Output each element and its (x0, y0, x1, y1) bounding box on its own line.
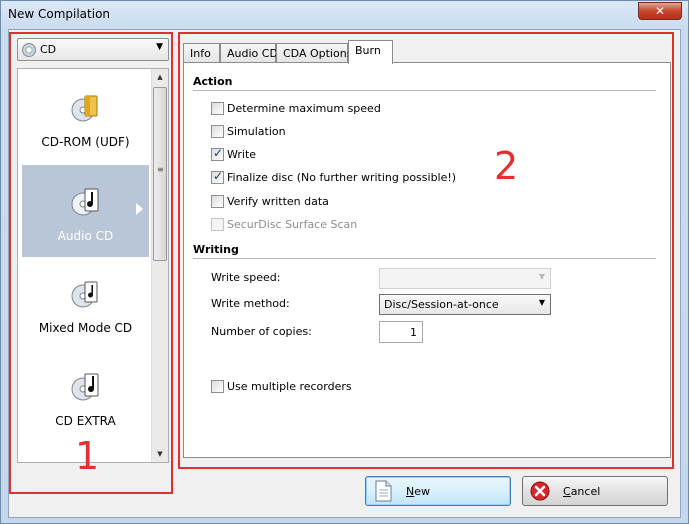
window-title: New Compilation (8, 7, 111, 21)
new-button[interactable]: New (365, 476, 511, 506)
annotation-number-2: 2 (494, 144, 519, 188)
cancel-button[interactable]: Cancel (522, 476, 668, 506)
title-bar[interactable]: New Compilation ✕ (1, 1, 688, 29)
annotation-box-right (178, 32, 674, 469)
cancel-label-rest: ancel (570, 485, 601, 498)
cancel-button-label: Cancel (563, 485, 600, 498)
cancel-icon (530, 481, 550, 501)
new-accelerator: N (406, 485, 415, 498)
tab-burn[interactable]: Burn (348, 40, 393, 64)
new-document-icon (375, 480, 392, 502)
cancel-accelerator: C (563, 485, 571, 498)
new-button-label: New (406, 485, 430, 498)
annotation-box-left (9, 32, 173, 494)
new-label-rest: ew (414, 485, 430, 498)
close-icon: ✕ (654, 4, 666, 18)
close-button[interactable]: ✕ (638, 2, 682, 20)
annotation-number-1: 1 (75, 434, 100, 478)
